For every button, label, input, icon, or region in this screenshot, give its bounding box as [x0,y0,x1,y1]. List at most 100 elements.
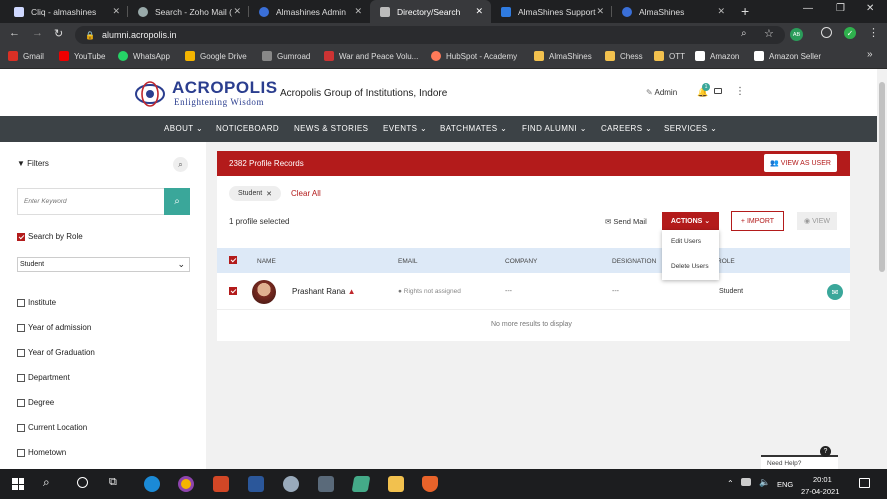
select-all-checkbox[interactable] [229,256,237,264]
extension-icon[interactable]: AB [790,28,803,41]
search-icon[interactable]: ⌕ [173,157,188,172]
send-mail-button[interactable]: ✉ Send Mail [605,217,647,226]
new-tab-button[interactable]: + [741,3,749,19]
sync-check-icon[interactable]: ✓ [844,27,856,39]
calculator-icon[interactable] [318,476,334,492]
filter-checkbox-current-location[interactable] [17,424,25,432]
need-help-widget[interactable]: Need Help? [761,455,838,469]
chrome-icon[interactable] [178,476,194,492]
bookmark-hubspot[interactable]: HubSpot - Academy [431,51,517,61]
bookmark-war-and-peace[interactable]: War and Peace Volu... [324,51,418,61]
filter-chip-student[interactable]: Student ✕ [229,186,281,201]
keyword-search-button[interactable]: ⌕ [164,188,190,215]
close-icon[interactable]: ✕ [233,6,241,17]
browser-tab[interactable]: Search - Zoho Mail ( ✕ [128,0,249,23]
close-icon[interactable]: ✕ [717,6,725,17]
browser-menu-icon[interactable]: ⋮ [868,26,879,39]
search-by-role-checkbox[interactable] [17,233,25,241]
volume-icon[interactable]: 🔈 [759,477,770,488]
filter-checkbox-year-of-admission[interactable] [17,324,25,332]
clock-time[interactable]: 20:01 [813,475,832,484]
close-icon[interactable]: ✕ [354,6,362,17]
table-row[interactable]: Prashant Rana ▲ ● Rights not assigned --… [217,273,850,310]
bookmark-star-icon[interactable]: ☆ [764,27,774,40]
chevron-up-icon[interactable]: ⌃ [727,479,734,488]
filter-checkbox-year-of-graduation[interactable] [17,349,25,357]
nav-about[interactable]: ABOUT ⌄ [164,124,203,133]
nav-events[interactable]: EVENTS ⌄ [383,124,427,133]
message-icon[interactable]: ✉ [827,284,843,300]
minimize-button[interactable]: — [803,3,813,14]
cortana-icon[interactable] [77,477,88,488]
column-company[interactable]: COMPANY [505,258,537,265]
language-indicator[interactable]: ENG [777,480,793,489]
delete-users-item[interactable]: Delete Users [671,263,709,270]
column-email[interactable]: EMAIL [398,258,418,265]
bookmark-amazon-seller[interactable]: Amazon Seller [754,51,821,61]
notepad-icon[interactable] [351,476,371,492]
role-select[interactable]: Student ⌄ [17,257,190,272]
clock-date[interactable]: 27-04-2021 [801,487,839,496]
powerpoint-icon[interactable] [213,476,229,492]
nav-batchmates[interactable]: BATCHMATES ⌄ [440,124,507,133]
column-name[interactable]: NAME [257,258,276,265]
close-icon[interactable]: ✕ [596,6,604,17]
nav-noticeboard[interactable]: NOTICEBOARD [216,124,279,133]
browser-tab-active[interactable]: Directory/Search ✕ [370,0,491,23]
back-button[interactable]: ← [9,27,20,39]
task-view-icon[interactable]: ⧉ [109,476,117,489]
more-options-icon[interactable]: ⋮ [735,86,745,97]
close-icon[interactable]: ✕ [112,6,120,17]
nav-careers[interactable]: CAREERS ⌄ [601,124,652,133]
bookmark-amazon[interactable]: Amazon [695,51,739,61]
page-scrollbar-thumb[interactable] [879,82,885,272]
close-icon[interactable]: ✕ [266,190,272,198]
actions-button[interactable]: ACTIONS ⌄ [662,212,719,230]
bookmark-chess[interactable]: Chess [605,51,643,61]
edit-users-item[interactable]: Edit Users [671,238,701,245]
row-name[interactable]: Prashant Rana ▲ [292,287,356,296]
network-icon[interactable] [741,478,751,486]
restore-button[interactable]: ❐ [836,3,845,14]
more-bookmarks-button[interactable]: » [867,49,873,60]
browser-tab[interactable]: AlmaShines Support ✕ [491,0,612,23]
filter-checkbox-institute[interactable] [17,299,25,307]
row-checkbox[interactable] [229,287,237,295]
browser-tab[interactable]: Almashines Admin ✕ [249,0,370,23]
bookmark-almashines[interactable]: AlmaShines [534,51,592,61]
bookmark-youtube[interactable]: YouTube [59,51,105,61]
column-designation[interactable]: DESIGNATION [612,258,656,265]
notifications-icon[interactable] [859,478,870,488]
column-role[interactable]: ROLE [717,258,735,265]
forward-button[interactable]: → [32,27,43,39]
nav-find-alumni[interactable]: FIND ALUMNI ⌄ [522,124,587,133]
admin-link[interactable]: ✎ Admin [646,88,677,97]
avatar[interactable] [252,280,276,304]
filter-checkbox-department[interactable] [17,374,25,382]
acropolis-logo-icon[interactable] [134,80,166,107]
zoom-search-icon[interactable]: ⌕ [741,28,747,39]
close-window-button[interactable]: ✕ [866,3,874,14]
keyword-input[interactable] [17,188,165,215]
bookmark-ott[interactable]: OTT [654,51,685,61]
help-icon[interactable]: ? [820,446,831,457]
search-icon[interactable]: ⌕ [43,475,50,490]
word-icon[interactable] [248,476,264,492]
profile-icon[interactable] [821,27,832,38]
vpn-icon[interactable] [422,476,438,492]
close-icon[interactable]: ✕ [475,6,483,17]
import-button[interactable]: + IMPORT [731,211,784,231]
reload-button[interactable]: ↻ [54,27,63,40]
bookmark-whatsapp[interactable]: WhatsApp [118,51,170,61]
bookmark-gmail[interactable]: Gmail [8,51,44,61]
file-explorer-icon[interactable] [388,476,404,492]
view-as-user-button[interactable]: 👥 VIEW AS USER [764,154,837,172]
bookmark-gumroad[interactable]: Gumroad [262,51,310,61]
nav-services[interactable]: SERVICES ⌄ [664,124,717,133]
logo-title[interactable]: ACROPOLIS [172,78,278,98]
address-bar[interactable]: 🔒 alumni.acropolis.in [75,26,785,44]
edge-icon[interactable] [144,476,160,492]
chat-icon[interactable] [714,88,722,94]
nav-news-stories[interactable]: NEWS & STORIES [294,124,368,133]
bookmark-google-drive[interactable]: Google Drive [185,51,247,61]
